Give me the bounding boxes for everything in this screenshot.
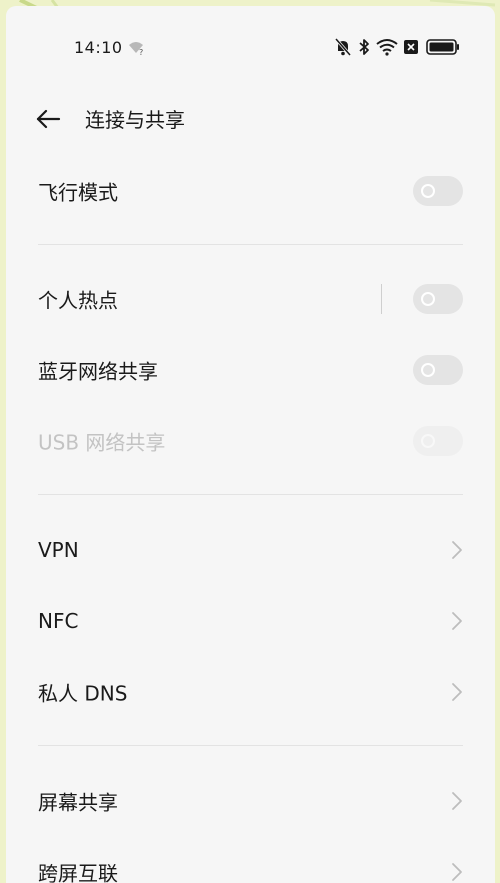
chevron-right-icon: [452, 683, 462, 701]
svg-text:?: ?: [139, 48, 143, 57]
screen-share-label: 屏幕共享: [38, 790, 118, 815]
bluetooth-icon: [359, 39, 369, 55]
nfc-row[interactable]: NFC: [6, 586, 495, 656]
airplane-mode-row[interactable]: 飞行模式: [6, 156, 495, 226]
private-dns-label: 私人 DNS: [38, 681, 128, 706]
bluetooth-tethering-row[interactable]: 蓝牙网络共享: [6, 335, 495, 405]
mute-bell-icon: [335, 38, 351, 56]
bluetooth-tethering-label: 蓝牙网络共享: [38, 359, 158, 384]
nfc-label: NFC: [38, 609, 79, 633]
status-time: 14:10: [74, 38, 123, 57]
battery-icon: [426, 39, 459, 55]
usb-tethering-row: USB 网络共享: [6, 406, 495, 476]
wifi-unknown-icon: ?: [129, 42, 143, 57]
divider: [38, 494, 463, 495]
vpn-label: VPN: [38, 538, 79, 562]
airplane-mode-label: 飞行模式: [38, 180, 118, 205]
vpn-row[interactable]: VPN: [6, 515, 495, 585]
page-header: 连接与共享: [6, 90, 495, 146]
divider: [38, 244, 463, 245]
chevron-right-icon: [452, 541, 462, 559]
screen-share-row[interactable]: 屏幕共享: [6, 766, 495, 836]
divider: [38, 745, 463, 746]
row-separator: [380, 284, 382, 314]
chevron-right-icon: [452, 863, 462, 881]
status-bar: 14:10 ?: [6, 6, 495, 90]
arrow-left-icon: [36, 109, 61, 129]
screen: 14:10 ? 连接与共享 飞行模式 个人热点 蓝牙网络共享 USB 网络共享 …: [6, 6, 495, 883]
private-dns-row[interactable]: 私人 DNS: [6, 657, 495, 727]
no-sim-icon: [404, 40, 418, 54]
usb-tethering-label: USB 网络共享: [38, 430, 166, 455]
wifi-icon: [376, 39, 398, 56]
hotspot-toggle[interactable]: [413, 284, 463, 314]
cross-screen-label: 跨屏互联: [38, 861, 118, 883]
cross-screen-row[interactable]: 跨屏互联: [6, 837, 495, 883]
page-title: 连接与共享: [85, 108, 185, 132]
chevron-right-icon: [452, 792, 462, 810]
hotspot-label: 个人热点: [38, 288, 118, 313]
chevron-right-icon: [452, 612, 462, 630]
bluetooth-tethering-toggle[interactable]: [413, 355, 463, 385]
airplane-mode-toggle[interactable]: [413, 176, 463, 206]
back-button[interactable]: [32, 104, 64, 134]
usb-tethering-toggle: [413, 426, 463, 456]
hotspot-row[interactable]: 个人热点: [6, 264, 495, 334]
